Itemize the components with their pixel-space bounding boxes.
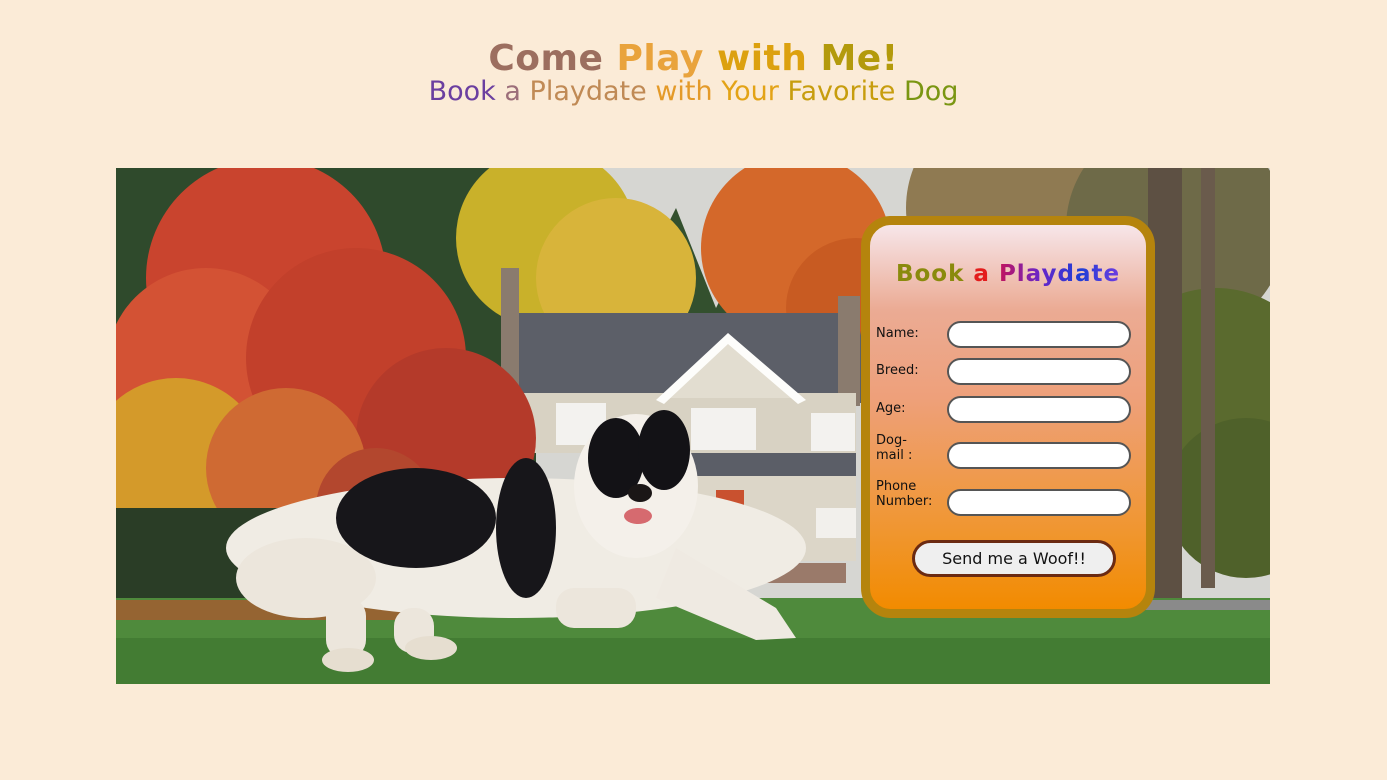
title-word: Me! (820, 38, 899, 80)
subtitle-word: Playdate (529, 76, 647, 107)
page-subtitle: Book a Playdate with Your Favorite Dog (0, 76, 1387, 107)
name-label: Name: (876, 326, 919, 341)
breed-field[interactable] (947, 358, 1131, 385)
form-title-word: Book (895, 261, 965, 287)
page-title: Come Play with Me! (0, 38, 1387, 79)
dog-mail-field[interactable] (947, 442, 1131, 469)
title-word: with (716, 38, 808, 80)
subtitle-word: Favorite (787, 76, 896, 107)
form-title-word: a (973, 261, 990, 287)
age-label: Age: (876, 401, 906, 416)
title-word: Come (488, 38, 604, 80)
subtitle-word: Your (721, 76, 779, 107)
phone-label: Phone Number: (876, 479, 933, 509)
breed-label: Breed: (876, 363, 919, 378)
subtitle-word: Dog (903, 76, 959, 107)
playdate-form: Book a Playdate Name: Breed: Age: Dog-ma… (861, 216, 1155, 618)
subtitle-word: a (504, 76, 521, 107)
dog-mail-label: Dog-mail : (876, 433, 913, 463)
send-woof-button[interactable]: Send me a Woof!! (912, 540, 1116, 577)
age-field[interactable] (947, 396, 1131, 423)
subtitle-word: with (655, 76, 713, 107)
form-title-word: Playdate (998, 261, 1121, 287)
subtitle-word: Book (428, 76, 496, 107)
form-title: Book a Playdate (870, 261, 1146, 287)
phone-field[interactable] (947, 489, 1131, 516)
title-word: Play (616, 38, 704, 80)
name-field[interactable] (947, 321, 1131, 348)
